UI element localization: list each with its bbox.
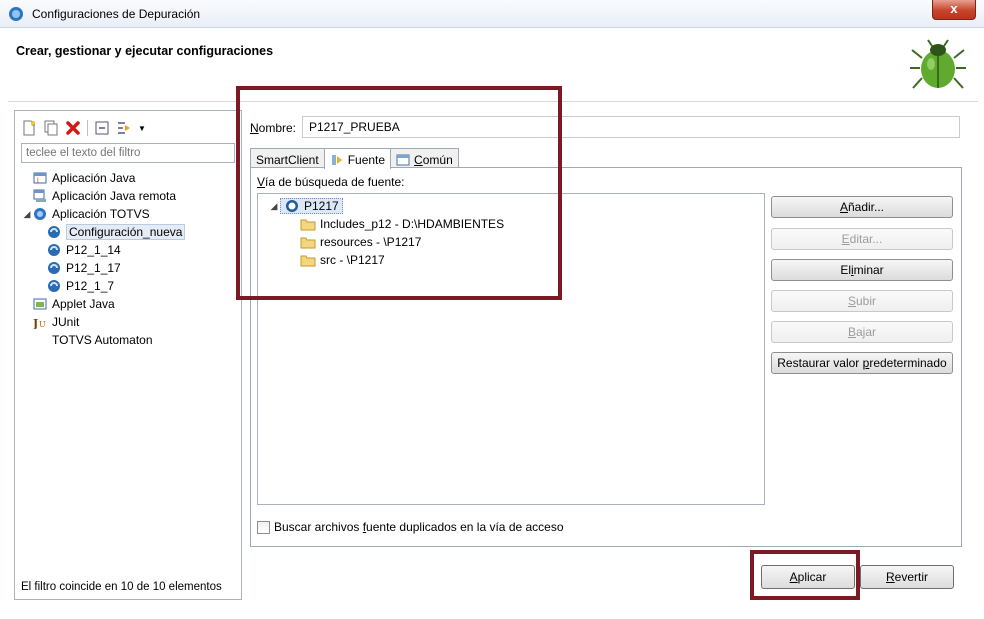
config-tree-item[interactable]: Applet Java: [21, 295, 237, 313]
config-tree-label: Aplicación TOTVS: [52, 207, 150, 221]
bug-icon: [910, 39, 966, 89]
applet-icon: [33, 297, 47, 311]
totvs-config-icon: [47, 261, 61, 275]
svg-text:J: J: [33, 317, 38, 329]
svg-text:J: J: [36, 177, 39, 184]
config-tree-item[interactable]: Aplicación Java remota: [21, 187, 237, 205]
svg-text:U: U: [39, 320, 46, 329]
totvs-config-icon: [47, 279, 61, 293]
restore-default-button[interactable]: Restaurar valor predeterminado: [771, 352, 953, 374]
config-tree-item[interactable]: TOTVS Automaton: [21, 331, 237, 349]
source-tab-icon: [331, 155, 342, 165]
config-tree-item[interactable]: J U JUnit: [21, 313, 237, 331]
tab-fuente[interactable]: Fuente: [323, 148, 392, 169]
duplicate-config-icon[interactable]: [43, 120, 59, 136]
remove-button[interactable]: Eliminar: [771, 259, 953, 281]
filter-input[interactable]: [21, 143, 235, 163]
config-tree-label: Aplicación Java: [52, 171, 136, 185]
config-toolbar: ▼: [21, 117, 146, 139]
filter-status: El filtro coincide en 10 de 10 elementos: [21, 581, 222, 593]
duplicate-sources-label: Buscar archivos fuente duplicados en la …: [274, 520, 564, 534]
config-tree-label: Applet Java: [52, 297, 115, 311]
duplicate-sources-option[interactable]: Buscar archivos fuente duplicados en la …: [257, 520, 564, 534]
config-tree: J Aplicación Java Aplicación Java remota ◢ A…: [21, 169, 237, 349]
totvs-icon: [33, 207, 47, 221]
blank-icon: [33, 333, 47, 347]
edit-button[interactable]: Editar...: [771, 228, 953, 250]
title-bar: Configuraciones de Depuración x: [0, 0, 984, 28]
toolbar-separator: [87, 120, 88, 136]
remote-java-icon: [33, 189, 47, 203]
highlight-box: [750, 550, 860, 600]
revert-button[interactable]: Revertir: [860, 565, 954, 589]
delete-config-icon[interactable]: [65, 120, 81, 136]
filter-dropdown-icon[interactable]: ▼: [138, 124, 146, 133]
config-tree-label: TOTVS Automaton: [52, 333, 153, 347]
new-config-icon[interactable]: [21, 120, 37, 136]
totvs-config-icon: [47, 243, 61, 257]
config-tree-label: Aplicación Java remota: [52, 189, 177, 203]
config-tree-label: JUnit: [52, 315, 80, 329]
highlight-box: [236, 86, 562, 300]
header-title: Crear, gestionar y ejecutar configuracio…: [16, 44, 274, 58]
tab-label: Fuente: [347, 153, 386, 167]
debug-app-icon: [9, 7, 23, 21]
totvs-config-icon: [47, 225, 61, 239]
config-tree-item[interactable]: Configuración_nueva: [21, 223, 237, 241]
config-tree-label: P12_1_17: [66, 261, 121, 275]
config-tree-label: P12_1_7: [66, 279, 115, 293]
close-button[interactable]: x: [932, 0, 976, 20]
config-tree-item[interactable]: J Aplicación Java: [21, 169, 237, 187]
config-tree-item[interactable]: P12_1_14: [21, 241, 237, 259]
java-app-icon: J: [33, 171, 47, 185]
config-tree-item[interactable]: P12_1_17: [21, 259, 237, 277]
filter-icon[interactable]: [116, 120, 132, 136]
config-tree-label: Configuración_nueva: [66, 224, 186, 240]
config-tree-label: P12_1_14: [66, 243, 121, 257]
collapse-all-icon[interactable]: [94, 120, 110, 136]
junit-icon: JU: [32, 315, 47, 330]
add-button[interactable]: Añadir...: [771, 196, 953, 218]
config-tree-item[interactable]: P12_1_7: [21, 277, 237, 295]
window-title: Configuraciones de Depuración: [32, 7, 201, 21]
expand-arrow-icon[interactable]: ◢: [21, 209, 33, 220]
down-button[interactable]: Bajar: [771, 321, 953, 343]
launch-config-panel: ▼ J Aplicación Java Aplicación Java remota…: [14, 110, 242, 600]
duplicate-sources-checkbox[interactable]: [257, 520, 270, 534]
config-tree-item[interactable]: ◢ Aplicación TOTVS: [21, 205, 237, 223]
up-button[interactable]: Subir: [771, 290, 953, 312]
